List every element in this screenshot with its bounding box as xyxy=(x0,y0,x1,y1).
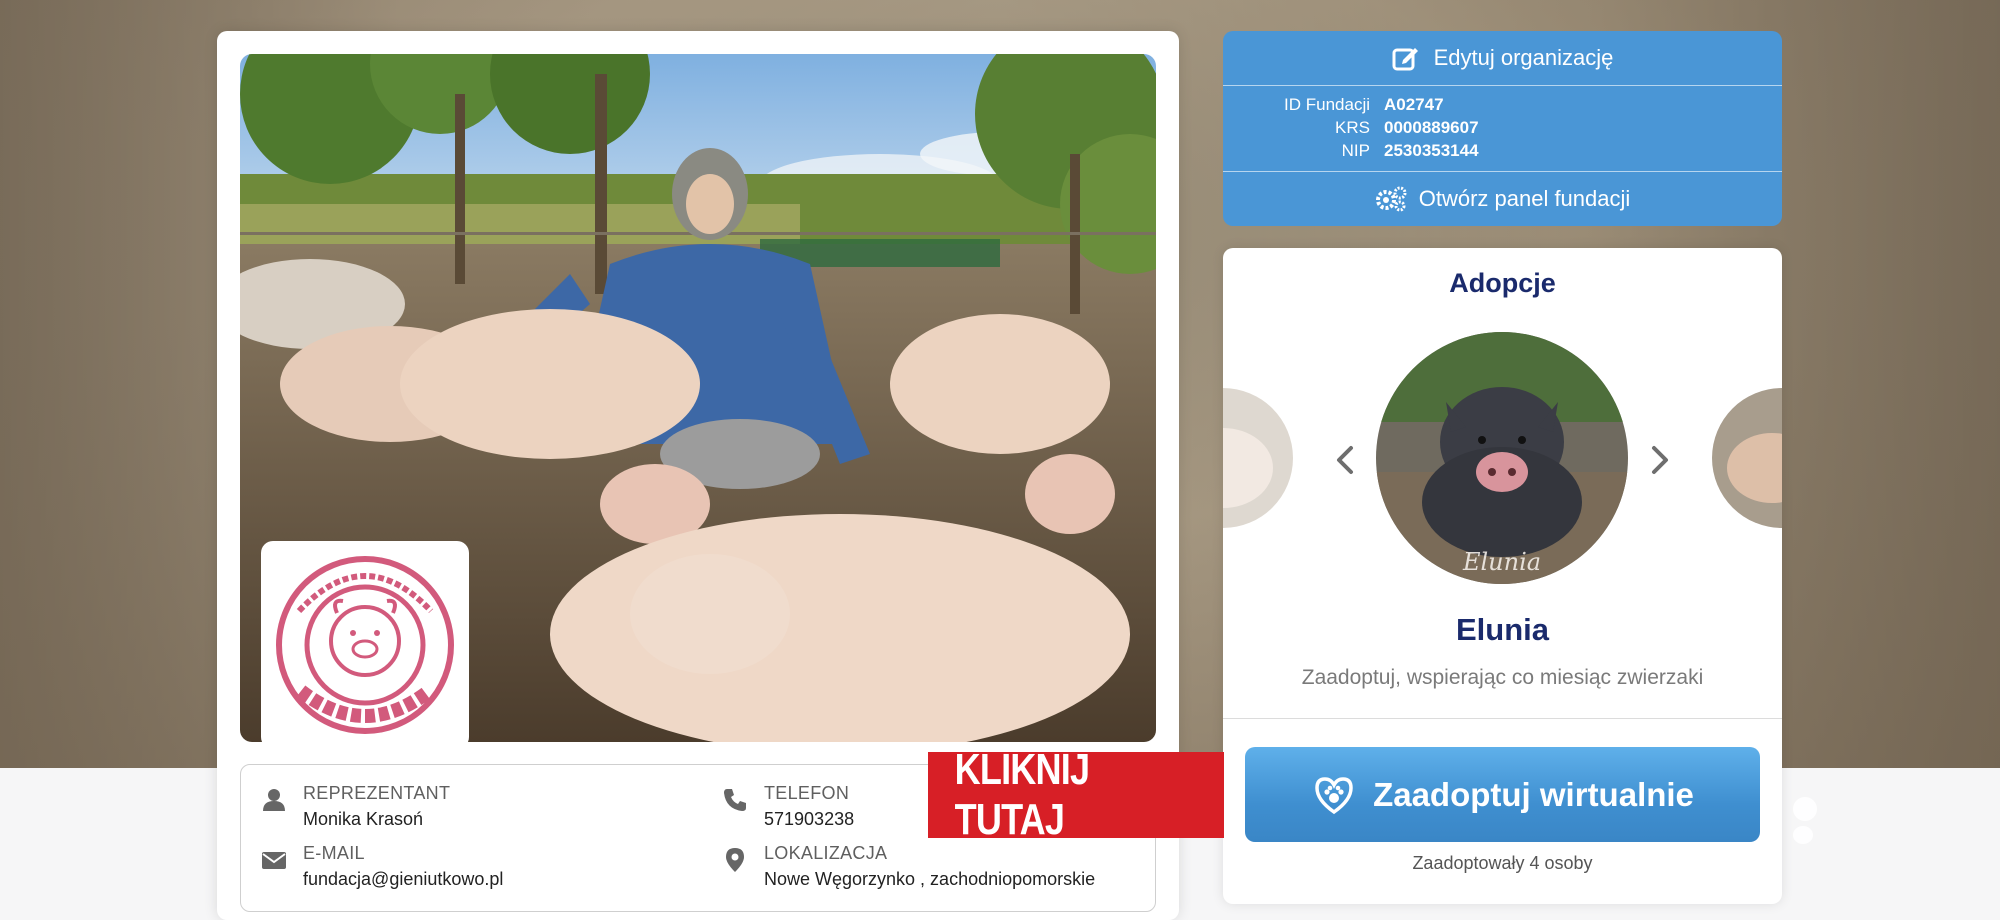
map-pin-icon xyxy=(726,848,744,872)
detail-row-id: ID Fundacji A02747 xyxy=(1223,93,1782,116)
adopt-virtually-label: Zaadoptuj wirtualnie xyxy=(1373,775,1694,813)
carousel-next-pet-image[interactable] xyxy=(1712,388,1782,528)
gears-icon xyxy=(1375,186,1407,212)
heart-paw-icon xyxy=(1315,776,1353,814)
decorative-dot xyxy=(1793,797,1817,821)
open-foundation-panel-label: Otwórz panel fundacji xyxy=(1418,186,1631,211)
divider xyxy=(1223,85,1782,86)
location-label: LOKALIZACJA xyxy=(764,843,888,863)
user-icon xyxy=(263,789,285,811)
adoptions-title: Adopcje xyxy=(1449,268,1556,298)
organization-cover-photo xyxy=(240,54,1156,742)
detail-key: KRS xyxy=(1335,117,1370,137)
email-label: E-MAIL xyxy=(303,843,365,863)
organization-admin-panel: Edytuj organizację ID Fundacji A02747 KR… xyxy=(1223,31,1782,226)
edit-organization-button[interactable]: Edytuj organizację xyxy=(1223,31,1782,85)
organization-details: ID Fundacji A02747 KRS 0000889607 NIP 25… xyxy=(1223,93,1782,162)
phone-label: TELEFON xyxy=(764,783,850,803)
pet-description: Zaadoptuj, wspierając co miesiąc zwierza… xyxy=(1301,666,1704,689)
divider xyxy=(1223,718,1782,719)
phone-value[interactable]: 571903238 xyxy=(764,809,854,830)
edit-organization-label: Edytuj organizację xyxy=(1433,45,1614,70)
location-value: Nowe Węgorzynko , zachodniopomorskie xyxy=(764,869,1096,889)
adopt-count: Zaadoptowały 4 osoby xyxy=(1412,853,1593,873)
carousel-prev-arrow[interactable] xyxy=(1333,445,1357,475)
adoptions-card: Adopcje Elunia Elunia Zaadoptuj, wspiera… xyxy=(1223,248,1782,904)
open-foundation-panel-button[interactable]: Otwórz panel fundacji xyxy=(1223,172,1782,226)
detail-value: 0000889607 xyxy=(1384,117,1479,137)
detail-key: NIP xyxy=(1341,140,1370,160)
carousel-next-arrow[interactable] xyxy=(1648,445,1672,475)
edit-icon xyxy=(1392,48,1418,71)
pet-name: Elunia xyxy=(1455,612,1549,647)
carousel-previous-pet-image[interactable] xyxy=(1223,388,1293,528)
adopt-virtually-button[interactable]: Zaadoptuj wirtualnie xyxy=(1245,747,1760,842)
click-here-banner[interactable]: KLIKNIJ TUTAJ xyxy=(928,745,1234,844)
current-pet-photo[interactable]: Elunia xyxy=(1376,332,1628,584)
pet-photo-caption: Elunia xyxy=(1462,548,1541,576)
phone-icon xyxy=(724,789,746,811)
detail-value: A02747 xyxy=(1384,94,1444,114)
email-value[interactable]: fundacja@gieniutkowo.pl xyxy=(303,869,503,890)
organization-logo xyxy=(261,541,469,742)
detail-value: 2530353144 xyxy=(1384,140,1479,160)
decorative-dot xyxy=(1793,826,1813,844)
representative-label: REPREZENTANT xyxy=(303,783,451,803)
representative-value: Monika Krasoń xyxy=(303,809,424,829)
detail-key: ID Fundacji xyxy=(1284,94,1370,114)
detail-row-krs: KRS 0000889607 xyxy=(1223,116,1782,139)
envelope-icon xyxy=(262,852,286,869)
detail-row-nip: NIP 2530353144 xyxy=(1223,139,1782,162)
